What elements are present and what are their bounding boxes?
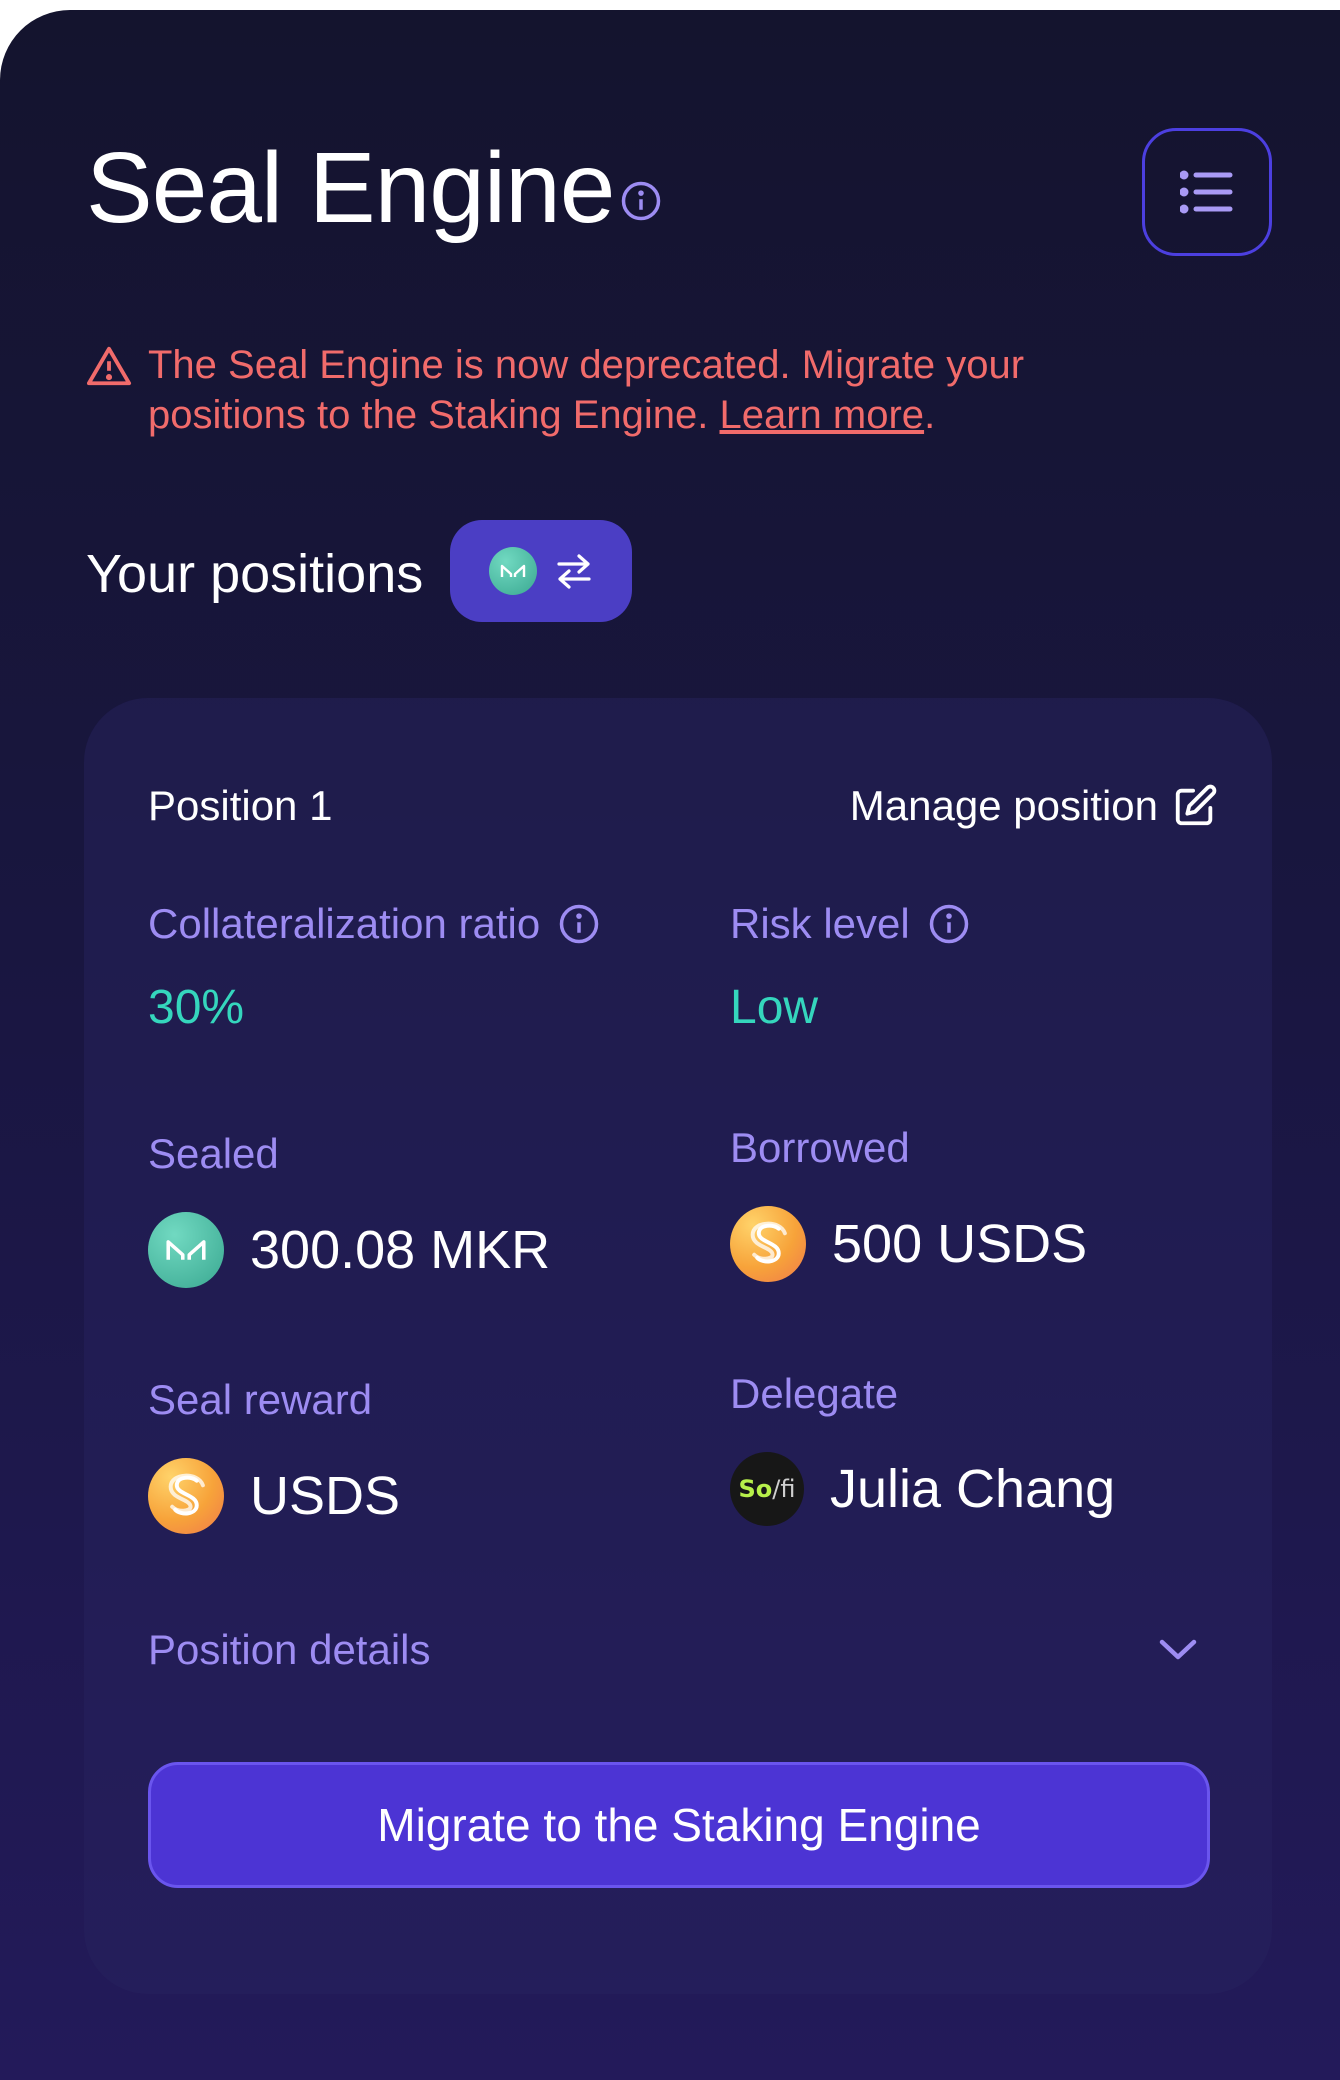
position-title: Position 1 — [148, 782, 333, 829]
collateralization-ratio-text: Collateralization ratio — [148, 900, 541, 947]
collateralization-ratio-label: Collateralization ratio — [148, 900, 600, 948]
swap-arrows-icon — [557, 554, 591, 589]
chevron-down-icon — [1159, 1639, 1197, 1660]
position-details-toggle[interactable]: Position details — [148, 1626, 1198, 1674]
delegate-label: Delegate — [730, 1370, 899, 1417]
risk-level-text: Risk level — [730, 900, 910, 947]
learn-more-link[interactable]: Learn more — [720, 393, 925, 437]
edit-icon — [1175, 784, 1217, 826]
warning-trailing: . — [924, 393, 936, 437]
avatar-text-so: So — [738, 1475, 773, 1503]
migrate-button[interactable]: Migrate to the Staking Engine — [148, 1762, 1210, 1888]
seal-reward-value: USDS — [250, 1466, 401, 1526]
seal-engine-panel: Seal Engine The Seal Engine is now depre… — [0, 10, 1340, 2080]
risk-level-label: Risk level — [730, 900, 970, 948]
risk-level-value: Low — [730, 981, 819, 1034]
sealed-label: Sealed — [148, 1130, 279, 1177]
mkr-token-icon — [489, 547, 537, 595]
sealed-value: 300.08 MKR — [250, 1220, 551, 1280]
deprecation-warning: The Seal Engine is now deprecated. Migra… — [86, 340, 1146, 440]
info-icon[interactable] — [558, 903, 600, 945]
list-icon — [1180, 170, 1233, 214]
warning-triangle-icon — [86, 346, 132, 386]
seal-reward-label: Seal reward — [148, 1376, 373, 1423]
menu-button[interactable] — [1142, 128, 1272, 256]
your-positions-label: Your positions — [86, 544, 424, 604]
sealed-value-row: 300.08 MKR — [148, 1212, 550, 1288]
delegate-value-row: So/fi Julia Chang — [730, 1452, 1115, 1526]
mkr-token-icon — [148, 1212, 224, 1288]
info-icon[interactable] — [620, 180, 662, 222]
collateralization-ratio-value: 30% — [148, 981, 245, 1034]
delegate-avatar: So/fi — [730, 1452, 804, 1526]
manage-position-button[interactable]: Manage position — [850, 782, 1218, 830]
usds-token-icon — [148, 1458, 224, 1534]
info-icon[interactable] — [928, 903, 970, 945]
avatar-text-fi: /fi — [772, 1475, 796, 1503]
borrowed-value: 500 USDS — [832, 1214, 1088, 1274]
seal-reward-value-row: USDS — [148, 1458, 400, 1534]
manage-position-label: Manage position — [849, 782, 1158, 829]
borrowed-value-row: 500 USDS — [730, 1206, 1087, 1282]
position-details-label: Position details — [148, 1626, 431, 1673]
usds-token-icon — [730, 1206, 806, 1282]
position-card: Position 1 Manage position Collateraliza… — [84, 698, 1272, 1994]
delegate-value: Julia Chang — [830, 1459, 1116, 1519]
borrowed-label: Borrowed — [730, 1124, 910, 1171]
page-title: Seal Engine — [86, 132, 615, 244]
token-switch-button[interactable] — [450, 520, 632, 622]
